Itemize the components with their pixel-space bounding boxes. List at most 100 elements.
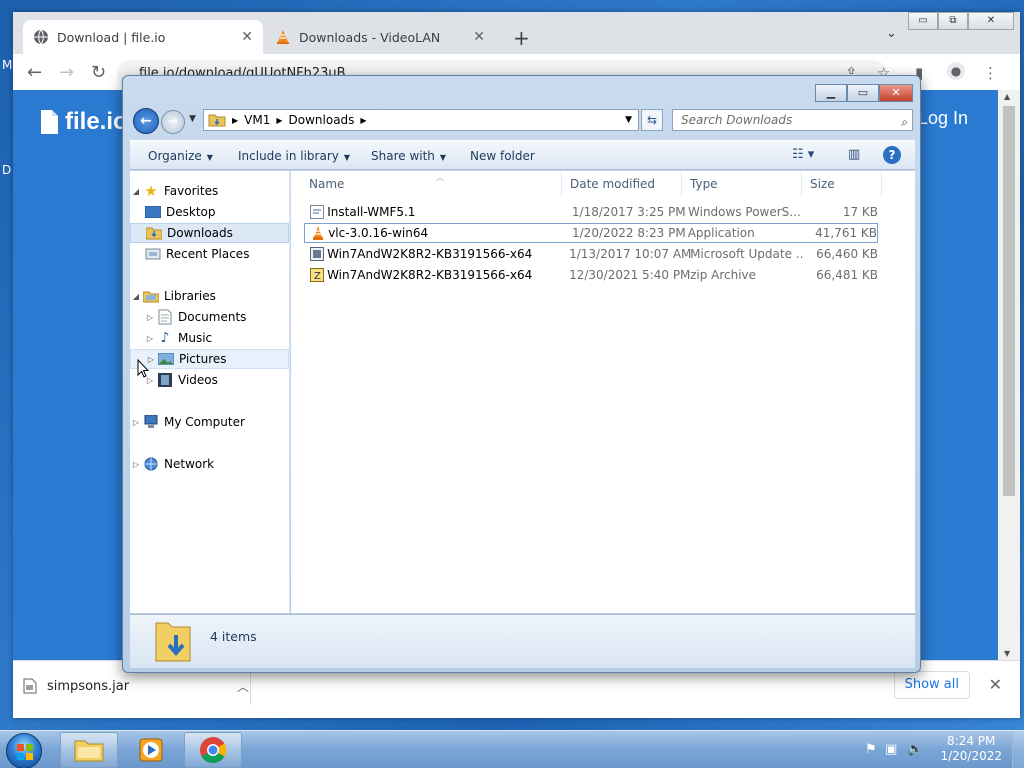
help-icon[interactable]: ? — [883, 146, 901, 164]
expand-arrow-icon[interactable]: ▷ — [130, 460, 142, 469]
expand-arrow-icon[interactable]: ◢ — [130, 187, 142, 196]
scroll-up-icon[interactable]: ▲ — [1004, 92, 1010, 101]
file-row[interactable]: Win7AndW2K8R2-KB3191566-x64 1/13/2017 10… — [304, 244, 878, 264]
file-row[interactable]: Install-WMF5.1 1/18/2017 3:25 PM Windows… — [304, 202, 878, 222]
search-icon[interactable]: ⌕ — [901, 112, 908, 132]
nav-favorites[interactable]: ◢ ★ Favorites — [130, 181, 289, 201]
nav-libraries[interactable]: ◢ Libraries — [130, 286, 289, 306]
clock[interactable]: 8:24 PM 1/20/2022 — [940, 734, 1002, 764]
nav-item-videos[interactable]: ▷ Videos — [130, 370, 289, 390]
restore-button[interactable]: ⧉ — [938, 12, 968, 30]
back-arrow-icon[interactable]: ← — [27, 62, 42, 83]
windows-logo-icon — [17, 744, 33, 760]
new-tab-button[interactable]: + — [513, 26, 530, 50]
nav-item-music[interactable]: ▷ ♪ Music — [130, 328, 289, 348]
nav-item-recent-places[interactable]: Recent Places — [130, 244, 289, 264]
action-center-flag-icon[interactable]: ⚑ — [865, 742, 877, 757]
start-button[interactable] — [6, 733, 42, 768]
sort-caret-icon: ︿ — [436, 173, 444, 182]
taskbar-explorer[interactable] — [60, 732, 118, 768]
view-options-icon[interactable]: ☷ ▾ — [792, 147, 814, 162]
file-row[interactable]: vlc-3.0.16-win64 1/20/2022 8:23 PM Appli… — [304, 223, 878, 243]
show-desktop-button[interactable] — [1012, 731, 1024, 768]
media-player-icon — [139, 738, 163, 762]
nav-label: My Computer — [164, 415, 245, 429]
download-filename: simpsons.jar — [47, 678, 130, 694]
breadcrumb-item-vm1[interactable]: VM1 — [244, 113, 270, 127]
search-input[interactable]: Search Downloads ⌕ — [672, 109, 913, 131]
chevron-down-icon[interactable]: ▼ — [189, 114, 196, 124]
taskbar-media-player[interactable] — [122, 732, 180, 768]
desktop-icon-label: M — [2, 58, 13, 72]
expand-arrow-icon[interactable]: ▷ — [144, 313, 156, 322]
nav-label: Music — [178, 331, 213, 345]
download-item[interactable]: simpsons.jar ︿ — [23, 671, 249, 701]
expand-arrow-icon[interactable]: ▷ — [144, 334, 156, 343]
reload-icon[interactable]: ↻ — [91, 62, 106, 83]
chevron-down-icon[interactable]: ▼ — [625, 115, 632, 125]
nav-item-pictures[interactable]: ▷ Pictures — [130, 349, 289, 369]
preview-pane-icon[interactable]: ▥ — [848, 147, 860, 162]
column-header-type[interactable]: Type — [682, 171, 802, 197]
downloads-folder-icon — [155, 622, 191, 662]
nav-network[interactable]: ▷ Network — [130, 454, 289, 474]
show-all-button[interactable]: Show all — [893, 671, 970, 699]
documents-icon — [156, 309, 174, 325]
update-package-icon — [308, 246, 325, 262]
pictures-icon — [157, 351, 175, 367]
volume-icon[interactable]: 🔈 — [907, 742, 923, 757]
file-size: 17 KB — [842, 205, 878, 219]
globe-icon — [33, 29, 49, 45]
scroll-down-icon[interactable]: ▼ — [1004, 649, 1010, 658]
minimize-button[interactable]: ▭ — [908, 12, 938, 30]
column-header-date[interactable]: Date modified — [562, 171, 682, 197]
nav-my-computer[interactable]: ▷ My Computer — [130, 412, 289, 432]
profile-avatar-icon[interactable]: ● — [947, 62, 965, 80]
expand-arrow-icon[interactable]: ▷ — [130, 418, 142, 427]
column-header-size[interactable]: Size — [802, 171, 882, 197]
chevron-down-icon: ▼ — [206, 153, 213, 162]
new-folder-button[interactable]: New folder — [470, 149, 535, 163]
breadcrumb-item-downloads[interactable]: Downloads — [289, 113, 355, 127]
minimize-button[interactable]: ▁ — [815, 84, 847, 102]
back-arrow-icon[interactable]: ← — [133, 108, 159, 134]
browser-window-controls: ▭ ⧉ ✕ — [908, 12, 1014, 30]
site-logo[interactable]: file.io — [39, 108, 128, 136]
nav-item-downloads[interactable]: Downloads — [130, 223, 289, 243]
downloads-folder-icon — [145, 225, 163, 241]
include-in-library-button[interactable]: Include in library ▼ — [238, 149, 350, 163]
menu-kebab-icon[interactable]: ⋮ — [983, 64, 998, 82]
forward-arrow-icon[interactable]: → — [161, 110, 185, 134]
network-status-icon[interactable]: ▣ — [885, 742, 897, 757]
nav-item-documents[interactable]: ▷ Documents — [130, 307, 289, 327]
nav-label: Favorites — [164, 184, 219, 198]
file-size: 66,460 KB — [816, 247, 878, 261]
column-header-name[interactable]: Name ︿ — [301, 171, 562, 197]
login-link[interactable]: Log In — [918, 108, 968, 129]
organize-button[interactable]: Organize ▼ — [148, 149, 213, 163]
tab-videolan[interactable]: Downloads - VideoLAN ✕ — [265, 20, 495, 54]
tab-close-icon[interactable]: ✕ — [473, 29, 485, 45]
nav-item-desktop[interactable]: Desktop — [130, 202, 289, 222]
refresh-icon[interactable]: ⇆ — [641, 109, 663, 131]
forward-arrow-icon[interactable]: → — [59, 62, 74, 83]
tab-search-icon[interactable]: ⌄ — [886, 26, 897, 41]
close-icon[interactable]: ✕ — [989, 675, 1002, 694]
file-row[interactable]: Z Win7AndW2K8R2-KB3191566-x64 12/30/2021… — [304, 265, 878, 285]
chrome-icon — [200, 737, 227, 764]
breadcrumb[interactable]: ▶ VM1 ▶ Downloads ▶ ▼ — [203, 109, 639, 131]
page-scrollbar[interactable]: ▲ ▼ — [998, 90, 1020, 660]
command-bar: Organize ▼ Include in library ▼ Share with… — [130, 140, 915, 170]
close-button[interactable]: ✕ — [968, 12, 1014, 30]
tab-fileio[interactable]: Download | file.io ✕ — [23, 20, 263, 54]
taskbar-chrome[interactable] — [184, 732, 242, 768]
maximize-button[interactable]: ▭ — [847, 84, 879, 102]
clock-date: 1/20/2022 — [940, 749, 1002, 763]
file-type: Windows PowerS... — [688, 205, 801, 219]
expand-arrow-icon[interactable]: ◢ — [130, 292, 142, 301]
chevron-up-icon[interactable]: ︿ — [237, 678, 249, 695]
tab-close-icon[interactable]: ✕ — [241, 29, 253, 45]
share-with-button[interactable]: Share with ▼ — [371, 149, 446, 163]
scrollbar-thumb[interactable] — [1003, 106, 1015, 496]
close-button[interactable]: ✕ — [879, 84, 913, 102]
